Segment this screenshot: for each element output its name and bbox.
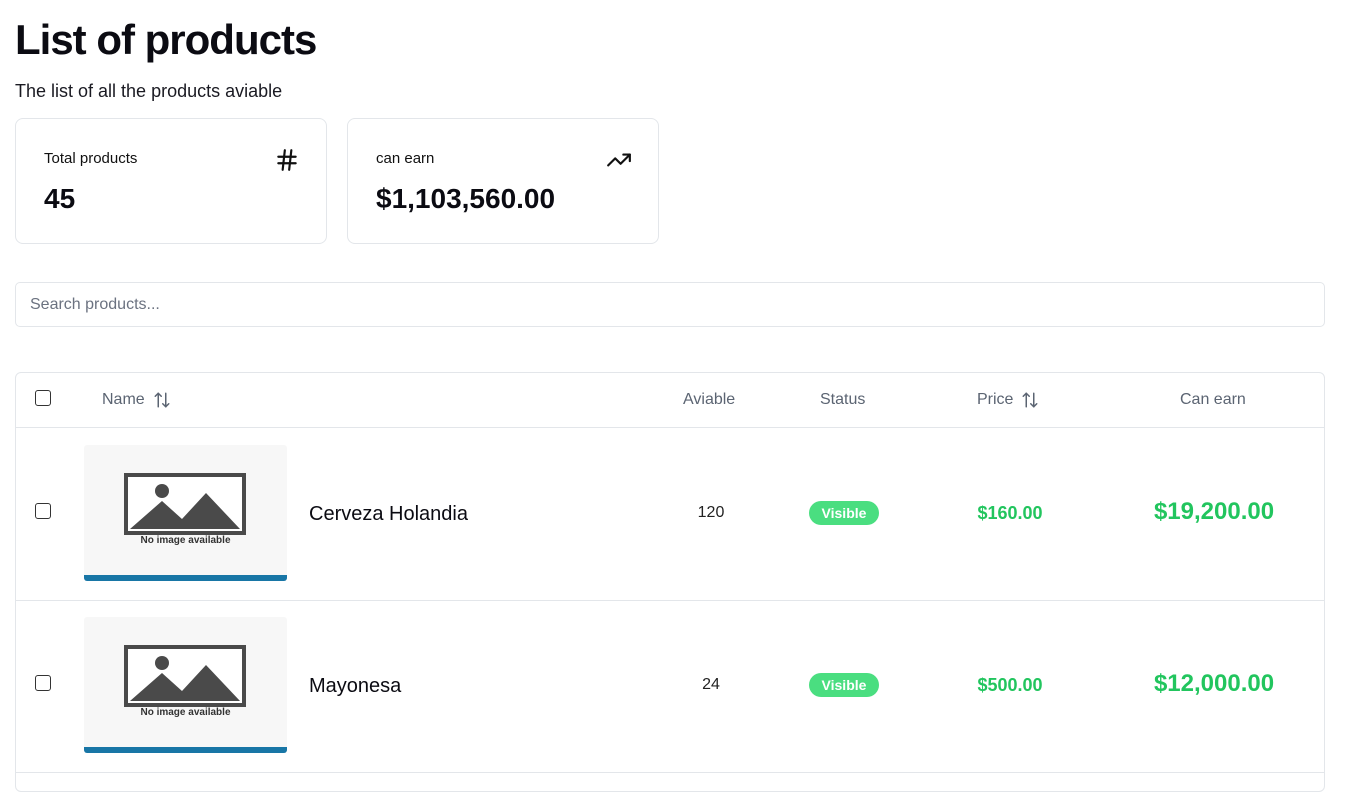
stat-card-can-earn: can earn $1,103,560.00 — [347, 118, 659, 244]
product-name: Mayonesa — [309, 675, 402, 697]
table-header: Name Aviable Status Price Can earn — [16, 373, 1324, 428]
image-placeholder-icon — [124, 645, 246, 707]
product-can-earn: $12,000.00 — [1153, 670, 1275, 697]
product-image: No image available — [84, 617, 287, 753]
table-row[interactable]: No image available Cerveza Holandia 120 … — [16, 428, 1324, 601]
column-header-available: Aviable — [683, 390, 735, 410]
column-header-price[interactable]: Price — [977, 390, 1039, 410]
column-header-label: Can earn — [1180, 391, 1246, 408]
row-checkbox[interactable] — [35, 675, 51, 691]
column-header-can-earn: Can earn — [1180, 390, 1246, 410]
stat-value: 45 — [44, 183, 76, 214]
status-badge: Visible — [809, 673, 879, 697]
stat-label: can earn — [376, 150, 435, 167]
stat-value: $1,103,560.00 — [376, 183, 556, 214]
image-placeholder-icon — [124, 473, 246, 535]
column-header-label: Name — [102, 391, 145, 408]
products-table: Name Aviable Status Price Can earn No im… — [15, 372, 1325, 792]
select-all-checkbox[interactable] — [35, 390, 51, 406]
sort-icon — [154, 392, 170, 408]
column-header-label: Price — [977, 391, 1014, 408]
image-footer-bar — [84, 575, 287, 581]
image-placeholder-text: No image available — [140, 535, 231, 546]
stat-label: Total products — [44, 150, 138, 167]
sort-icon — [1022, 392, 1038, 408]
stat-card-total-products: Total products 45 — [15, 118, 327, 244]
product-price: $160.00 — [977, 503, 1043, 523]
search-input[interactable] — [15, 282, 1325, 327]
product-available: 120 — [697, 504, 725, 521]
product-available: 24 — [702, 676, 720, 693]
product-price: $500.00 — [977, 675, 1043, 695]
column-header-label: Status — [820, 391, 866, 408]
page-subtitle: The list of all the products aviable — [15, 81, 283, 101]
products-page: List of products The list of all the pro… — [0, 0, 1346, 792]
product-image: No image available — [84, 445, 287, 581]
column-header-label: Aviable — [683, 391, 736, 408]
row-checkbox[interactable] — [35, 503, 51, 519]
image-placeholder-text: No image available — [140, 707, 231, 718]
product-name: Cerveza Holandia — [309, 503, 468, 525]
image-footer-bar — [84, 747, 287, 753]
product-can-earn: $19,200.00 — [1153, 498, 1275, 525]
trending-up-icon — [607, 153, 631, 167]
page-title: List of products — [15, 16, 317, 63]
column-header-name[interactable]: Name — [102, 390, 171, 410]
status-badge: Visible — [809, 501, 879, 525]
hash-icon — [277, 149, 297, 171]
table-row[interactable]: No image available Mayonesa 24 Visible $… — [16, 600, 1324, 773]
column-header-status: Status — [820, 390, 865, 410]
